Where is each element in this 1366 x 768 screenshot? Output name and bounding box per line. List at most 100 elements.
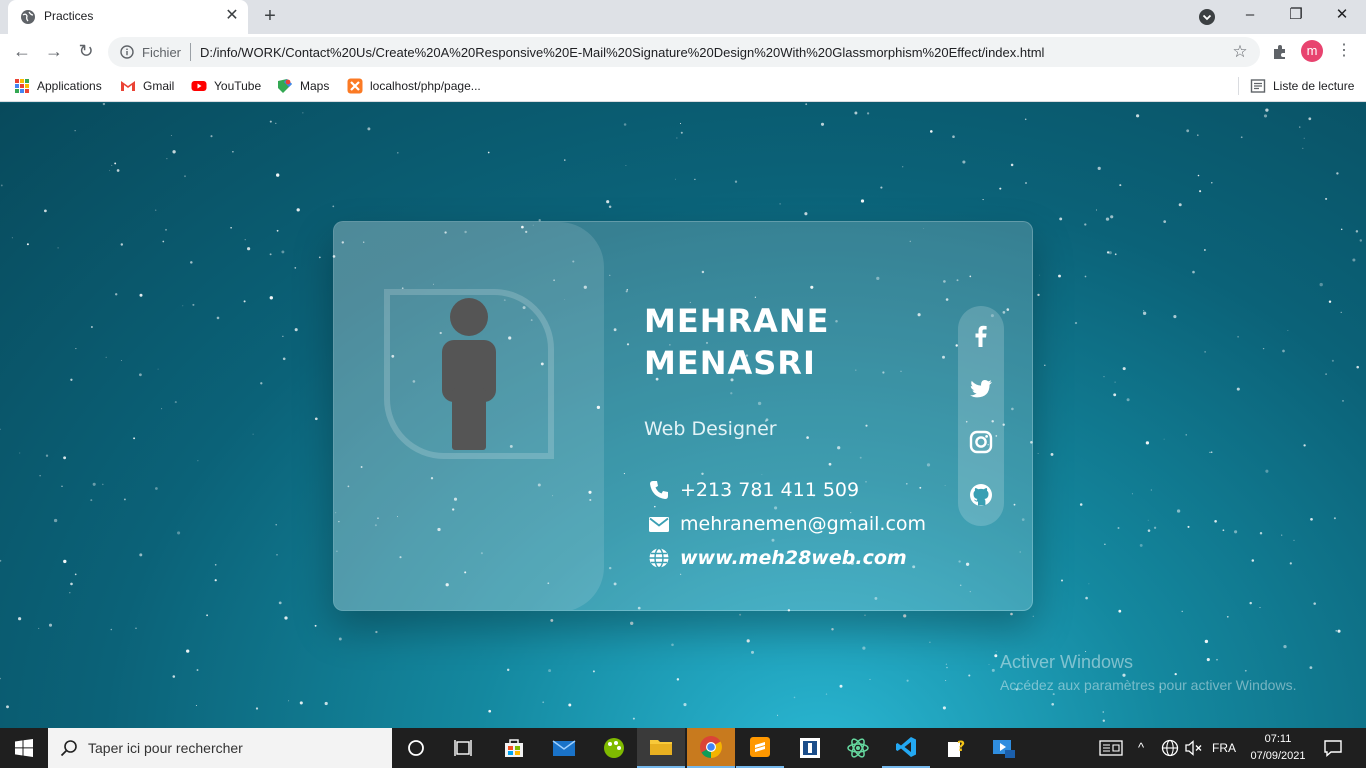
bookmark-maps[interactable]: Maps: [277, 76, 329, 96]
profile-avatar[interactable]: m: [1301, 40, 1323, 62]
taskbar-search-box[interactable]: Taper ici pour rechercher: [48, 728, 392, 768]
store-app[interactable]: [490, 728, 538, 768]
star-dot: [1153, 526, 1157, 529]
maximize-button[interactable]: ❐: [1276, 4, 1316, 28]
star-dot: [397, 152, 399, 154]
back-button[interactable]: ←: [10, 40, 34, 64]
tab-search-icon[interactable]: [1198, 8, 1216, 26]
github-icon[interactable]: [968, 482, 994, 508]
notifications-icon[interactable]: [1322, 738, 1344, 758]
url-text[interactable]: D:/info/WORK/Contact%20Us/Create%20A%20R…: [200, 45, 1044, 60]
star-dot: [1142, 311, 1147, 315]
bookmark-gmail[interactable]: Gmail: [120, 76, 174, 96]
star-dot: [1234, 530, 1238, 534]
youtube-icon: [191, 81, 207, 91]
media-app[interactable]: [980, 728, 1028, 768]
facebook-icon[interactable]: [968, 323, 994, 349]
tab-practices[interactable]: Practices ✕: [8, 0, 248, 34]
star-dot: [332, 205, 335, 208]
star-dot: [1181, 610, 1183, 613]
windows-start-icon[interactable]: [14, 738, 34, 758]
star-dot: [1204, 351, 1206, 353]
speaker-muted-icon[interactable]: [1184, 738, 1204, 758]
star-dot: [734, 180, 738, 183]
close-window-button[interactable]: ✕: [1322, 4, 1362, 28]
star-dot: [275, 122, 277, 124]
bookmark-star-icon[interactable]: ☆: [1230, 42, 1250, 62]
tab-close-icon[interactable]: ✕: [222, 6, 242, 26]
star-dot: [282, 357, 286, 361]
star-dot: [165, 228, 167, 231]
cortana-button[interactable]: [392, 728, 440, 768]
website-contact[interactable]: www.meh28web.com: [648, 545, 907, 571]
reading-list-button[interactable]: Liste de lecture: [1250, 76, 1354, 96]
paint-app[interactable]: [590, 728, 638, 768]
bookmark-applications[interactable]: Applications: [14, 76, 102, 96]
help-app[interactable]: ?: [932, 728, 980, 768]
star-dot: [1131, 493, 1133, 495]
bookmark-youtube[interactable]: YouTube: [191, 76, 261, 96]
atom-app[interactable]: [834, 728, 882, 768]
website-url: www.meh28web.com: [680, 547, 907, 569]
tray-overflow-chevron-icon[interactable]: ^: [1138, 738, 1154, 758]
star-dot: [1303, 444, 1306, 447]
star-dot: [38, 627, 40, 629]
email-contact[interactable]: mehranemen@gmail.com: [648, 511, 926, 537]
star-dot: [281, 250, 285, 254]
star-dot: [6, 705, 9, 709]
star-dot: [162, 240, 165, 243]
star-dot: [120, 360, 122, 361]
star-dot: [269, 120, 272, 123]
folder-icon: [650, 740, 672, 755]
chrome-app[interactable]: [687, 728, 735, 768]
star-dot: [299, 701, 303, 705]
star-dot: [1039, 274, 1041, 276]
site-info-icon[interactable]: [120, 45, 134, 59]
phone-contact[interactable]: +213 781 411 509: [648, 477, 859, 503]
system-clock[interactable]: 07:11 07/09/2021: [1250, 731, 1306, 765]
star-dot: [190, 261, 193, 264]
star-dot: [1355, 230, 1359, 233]
star-dot: [1192, 270, 1195, 274]
star-dot: [1359, 239, 1363, 242]
star-dot: [506, 668, 510, 672]
bookmark-localhost[interactable]: localhost/php/page...: [347, 76, 481, 96]
file-explorer-app[interactable]: [637, 728, 685, 768]
twitter-icon[interactable]: [968, 376, 994, 402]
minimize-button[interactable]: –: [1230, 4, 1270, 28]
star-dot: [172, 150, 176, 154]
star-dot: [880, 186, 883, 189]
network-globe-icon[interactable]: [1160, 738, 1180, 758]
cortana-icon: [408, 740, 424, 756]
star-dot: [1342, 400, 1344, 402]
mail-app[interactable]: [540, 728, 588, 768]
new-tab-button[interactable]: +: [258, 5, 282, 29]
vscode-app[interactable]: [882, 728, 930, 768]
forward-button[interactable]: →: [42, 40, 66, 64]
reading-list-label: Liste de lecture: [1273, 79, 1355, 93]
star-dot: [1197, 134, 1199, 136]
star-dot: [92, 482, 96, 486]
sublime-text-app[interactable]: [736, 728, 784, 768]
reload-button[interactable]: ↻: [74, 40, 98, 64]
star-dot: [820, 122, 825, 126]
browser-menu-icon[interactable]: ⋮: [1336, 40, 1352, 64]
extensions-puzzle-icon[interactable]: [1270, 42, 1290, 62]
task-view-button[interactable]: [440, 728, 488, 768]
star-dot: [683, 703, 687, 707]
editor-app[interactable]: [786, 728, 834, 768]
page-background: MEHRANE MENASRI Web Designer +213 781 41…: [0, 103, 1366, 728]
star-dot: [1145, 441, 1150, 445]
bookmark-label: YouTube: [214, 79, 262, 93]
star-dot: [608, 205, 612, 209]
input-language[interactable]: FRA: [1212, 738, 1236, 758]
star-dot: [1061, 579, 1063, 582]
star-dot: [1197, 174, 1200, 177]
star-dot: [1084, 275, 1087, 278]
star-dot: [1281, 534, 1283, 536]
star-dot: [1052, 693, 1055, 696]
address-bar[interactable]: Fichier D:/info/WORK/Contact%20Us/Create…: [108, 37, 1260, 67]
instagram-icon[interactable]: [968, 429, 994, 455]
news-widget-icon[interactable]: [1098, 738, 1124, 758]
star-dot: [1265, 469, 1269, 473]
